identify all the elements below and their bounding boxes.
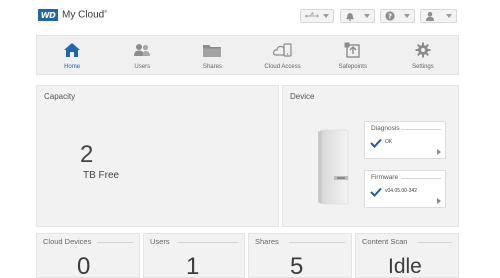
help-icon: ? [385,11,395,21]
main-nav: Home Users Shares Cloud Access Safepoint… [36,35,459,75]
device-title: Device [290,92,315,101]
divider [401,178,441,179]
firmware-value: v04.05.00-342 [385,188,417,194]
divider [401,129,441,130]
stat-shares[interactable]: Shares 5 [248,233,352,278]
gear-icon [415,41,431,59]
stat-users[interactable]: Users 1 [143,233,245,278]
chevron-down-icon [446,14,452,18]
home-icon [63,41,81,59]
divider [289,242,345,243]
nav-users-label: Users [134,64,151,70]
stat-value: Idle [388,255,422,278]
users-icon [133,41,151,59]
stat-title: Cloud Devices [43,237,92,246]
chevron-right-icon[interactable] [437,198,441,204]
nav-settings-label: Settings [412,64,434,70]
stat-cloud-devices[interactable]: Cloud Devices 0 [36,233,140,278]
user-icon [425,11,435,21]
user-menu-button[interactable] [420,9,457,23]
folder-icon [202,41,222,59]
firmware-title: Firmware [371,174,399,181]
stat-value: 1 [186,253,200,278]
app-header: WD My Cloud® ? [0,0,500,32]
wd-logo: WD [38,9,58,21]
stat-title: Users [150,237,170,246]
bell-icon [345,11,355,21]
chevron-right-icon[interactable] [437,149,441,155]
device-panel: Device Diagnosis OK Firmware v04.05.00-3… [282,85,459,227]
nav-safepoints[interactable]: Safepoints [318,36,388,74]
check-icon [370,135,382,153]
capacity-value: 2 [80,141,94,168]
stat-title: Content Scan [362,237,408,246]
divider [178,242,238,243]
nav-safepoints-label: Safepoints [338,64,367,70]
nav-users[interactable]: Users [107,36,177,74]
nav-shares-label: Shares [202,64,222,70]
chevron-down-icon [364,14,370,18]
firmware-card[interactable]: Firmware v04.05.00-342 [364,170,446,208]
capacity-title: Capacity [44,92,76,101]
stat-title: Shares [255,237,279,246]
nav-settings[interactable]: Settings [388,36,458,74]
app-title-text: My Cloud [62,9,105,21]
usb-button[interactable] [300,9,334,23]
diagnosis-title: Diagnosis [371,125,400,132]
stat-value: 5 [290,253,304,278]
svg-text:?: ? [388,13,392,21]
divider [97,242,133,243]
nav-shares[interactable]: Shares [177,36,247,74]
divider [418,242,452,243]
check-icon [370,184,382,202]
safepoint-icon [344,41,362,59]
chevron-down-icon [404,14,410,18]
nav-cloud-access[interactable]: Cloud Access [248,36,318,74]
chevron-down-icon [323,14,329,18]
nav-home[interactable]: Home [37,36,107,74]
stat-value: 0 [77,253,91,278]
diagnosis-card[interactable]: Diagnosis OK [364,121,446,159]
stat-content-scan[interactable]: Content Scan Idle [355,233,459,278]
nav-cloud-access-label: Cloud Access [264,64,301,70]
device-image [310,128,350,206]
capacity-panel: Capacity 2 TB Free [36,85,279,227]
cloud-access-icon [272,41,293,59]
diagnosis-value: OK [385,139,393,145]
nav-home-label: Home [64,64,81,70]
usb-icon [305,12,319,20]
help-button[interactable]: ? [380,9,415,23]
alerts-button[interactable] [340,9,375,23]
capacity-unit: TB Free [83,170,120,181]
app-title: My Cloud® [62,9,108,21]
